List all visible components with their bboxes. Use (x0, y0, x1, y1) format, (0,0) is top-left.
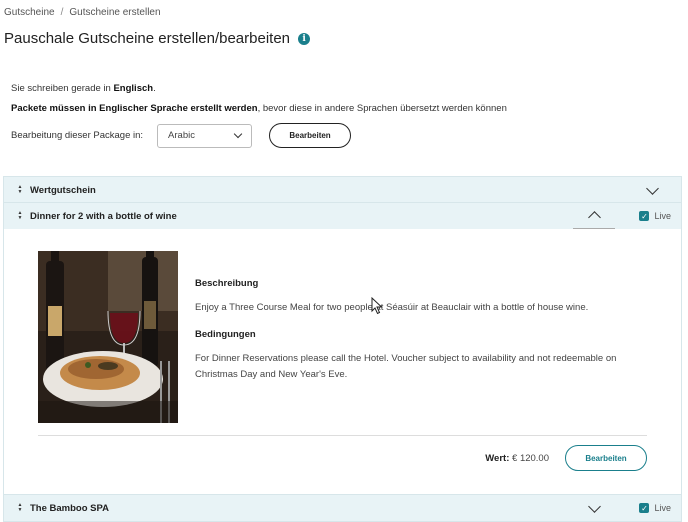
edit-language-label: Bearbeitung dieser Package in: (11, 130, 144, 141)
sort-arrows-icon[interactable]: ▲ ▼ (12, 503, 28, 513)
breadcrumb: Gutscheine / Gutscheine erstellen (4, 7, 161, 18)
description-heading: Beschreibung (195, 278, 259, 289)
check-icon[interactable]: ✓ (639, 503, 650, 513)
live-toggle[interactable]: ✓ Live (639, 211, 671, 221)
accordion-header[interactable]: ▲ ▼ The Bamboo SPA ✓ Live (4, 495, 681, 521)
package-image (38, 251, 178, 423)
accordion-header[interactable]: ▲ ▼ Dinner for 2 with a bottle of wine ✓ … (4, 203, 681, 229)
accordion-title: Dinner for 2 with a bottle of wine (30, 210, 177, 222)
value-label: Wert: (485, 452, 510, 464)
value-amount: € 120.00 (512, 452, 549, 464)
divider (38, 435, 647, 436)
chevron-up-icon (588, 211, 601, 224)
accordion-title: Wertgutschein (30, 184, 96, 196)
accordion-dinner: ▲ ▼ Dinner for 2 with a bottle of wine ✓ … (3, 202, 682, 496)
edit-language-button[interactable]: Bearbeiten (269, 123, 352, 148)
language-suffix: . (153, 83, 156, 94)
chevron-down-icon (233, 129, 243, 139)
accordion-body: Beschreibung Enjoy a Three Course Meal f… (4, 229, 681, 495)
mouse-cursor-icon (371, 297, 383, 315)
accordion-header[interactable]: ▲ ▼ Wertgutschein (4, 177, 681, 203)
language-select[interactable]: Arabic (157, 123, 253, 148)
language-info: Sie schreiben gerade in Englisch. (11, 83, 156, 94)
live-label: Live (654, 503, 671, 513)
check-icon[interactable]: ✓ (639, 211, 650, 221)
breadcrumb-gutscheine[interactable]: Gutscheine (4, 7, 55, 18)
page-title-text: Pauschale Gutscheine erstellen/bearbeite… (4, 30, 291, 47)
language-name: Englisch (113, 83, 154, 94)
edit-package-button[interactable]: Bearbeiten (565, 445, 647, 471)
page-title: Pauschale Gutscheine erstellen/bearbeite… (4, 30, 311, 47)
collapse-toggle[interactable] (573, 203, 616, 229)
breadcrumb-gutscheine-erstellen: Gutscheine erstellen (69, 7, 161, 18)
packets-note-bold: Packete müssen in Englischer Sprache ers… (11, 103, 258, 114)
accordion-title: The Bamboo SPA (30, 502, 109, 514)
language-prefix: Sie schreiben gerade in (11, 83, 114, 94)
live-label: Live (654, 211, 671, 221)
sort-arrows-icon[interactable]: ▲ ▼ (12, 211, 28, 221)
value-row: Wert: € 120.00 Bearbeiten (485, 445, 647, 471)
chevron-down-icon (588, 499, 601, 513)
accordion-bamboo-spa: ▲ ▼ The Bamboo SPA ✓ Live (3, 494, 682, 522)
expand-toggle[interactable] (573, 495, 615, 521)
live-toggle[interactable]: ✓ Live (639, 503, 671, 513)
accordion-wertgutschein: ▲ ▼ Wertgutschein (3, 176, 682, 204)
breadcrumb-separator: / (60, 7, 64, 18)
packets-note-rest: , bevor diese in andere Sprachen überset… (257, 103, 507, 114)
edit-language-row: Bearbeitung dieser Package in: Arabic Be… (11, 123, 352, 148)
packets-note: Packete müssen in Englischer Sprache ers… (11, 103, 507, 114)
language-select-value: Arabic (168, 130, 195, 141)
conditions-text: For Dinner Reservations please call the … (195, 353, 617, 380)
conditions-heading: Bedingungen (195, 329, 256, 340)
sort-arrows-icon[interactable]: ▲ ▼ (12, 185, 28, 195)
chevron-down-icon[interactable] (646, 181, 659, 195)
info-icon[interactable]: i (298, 32, 311, 45)
description-text: Enjoy a Three Course Meal for two people… (195, 302, 589, 313)
